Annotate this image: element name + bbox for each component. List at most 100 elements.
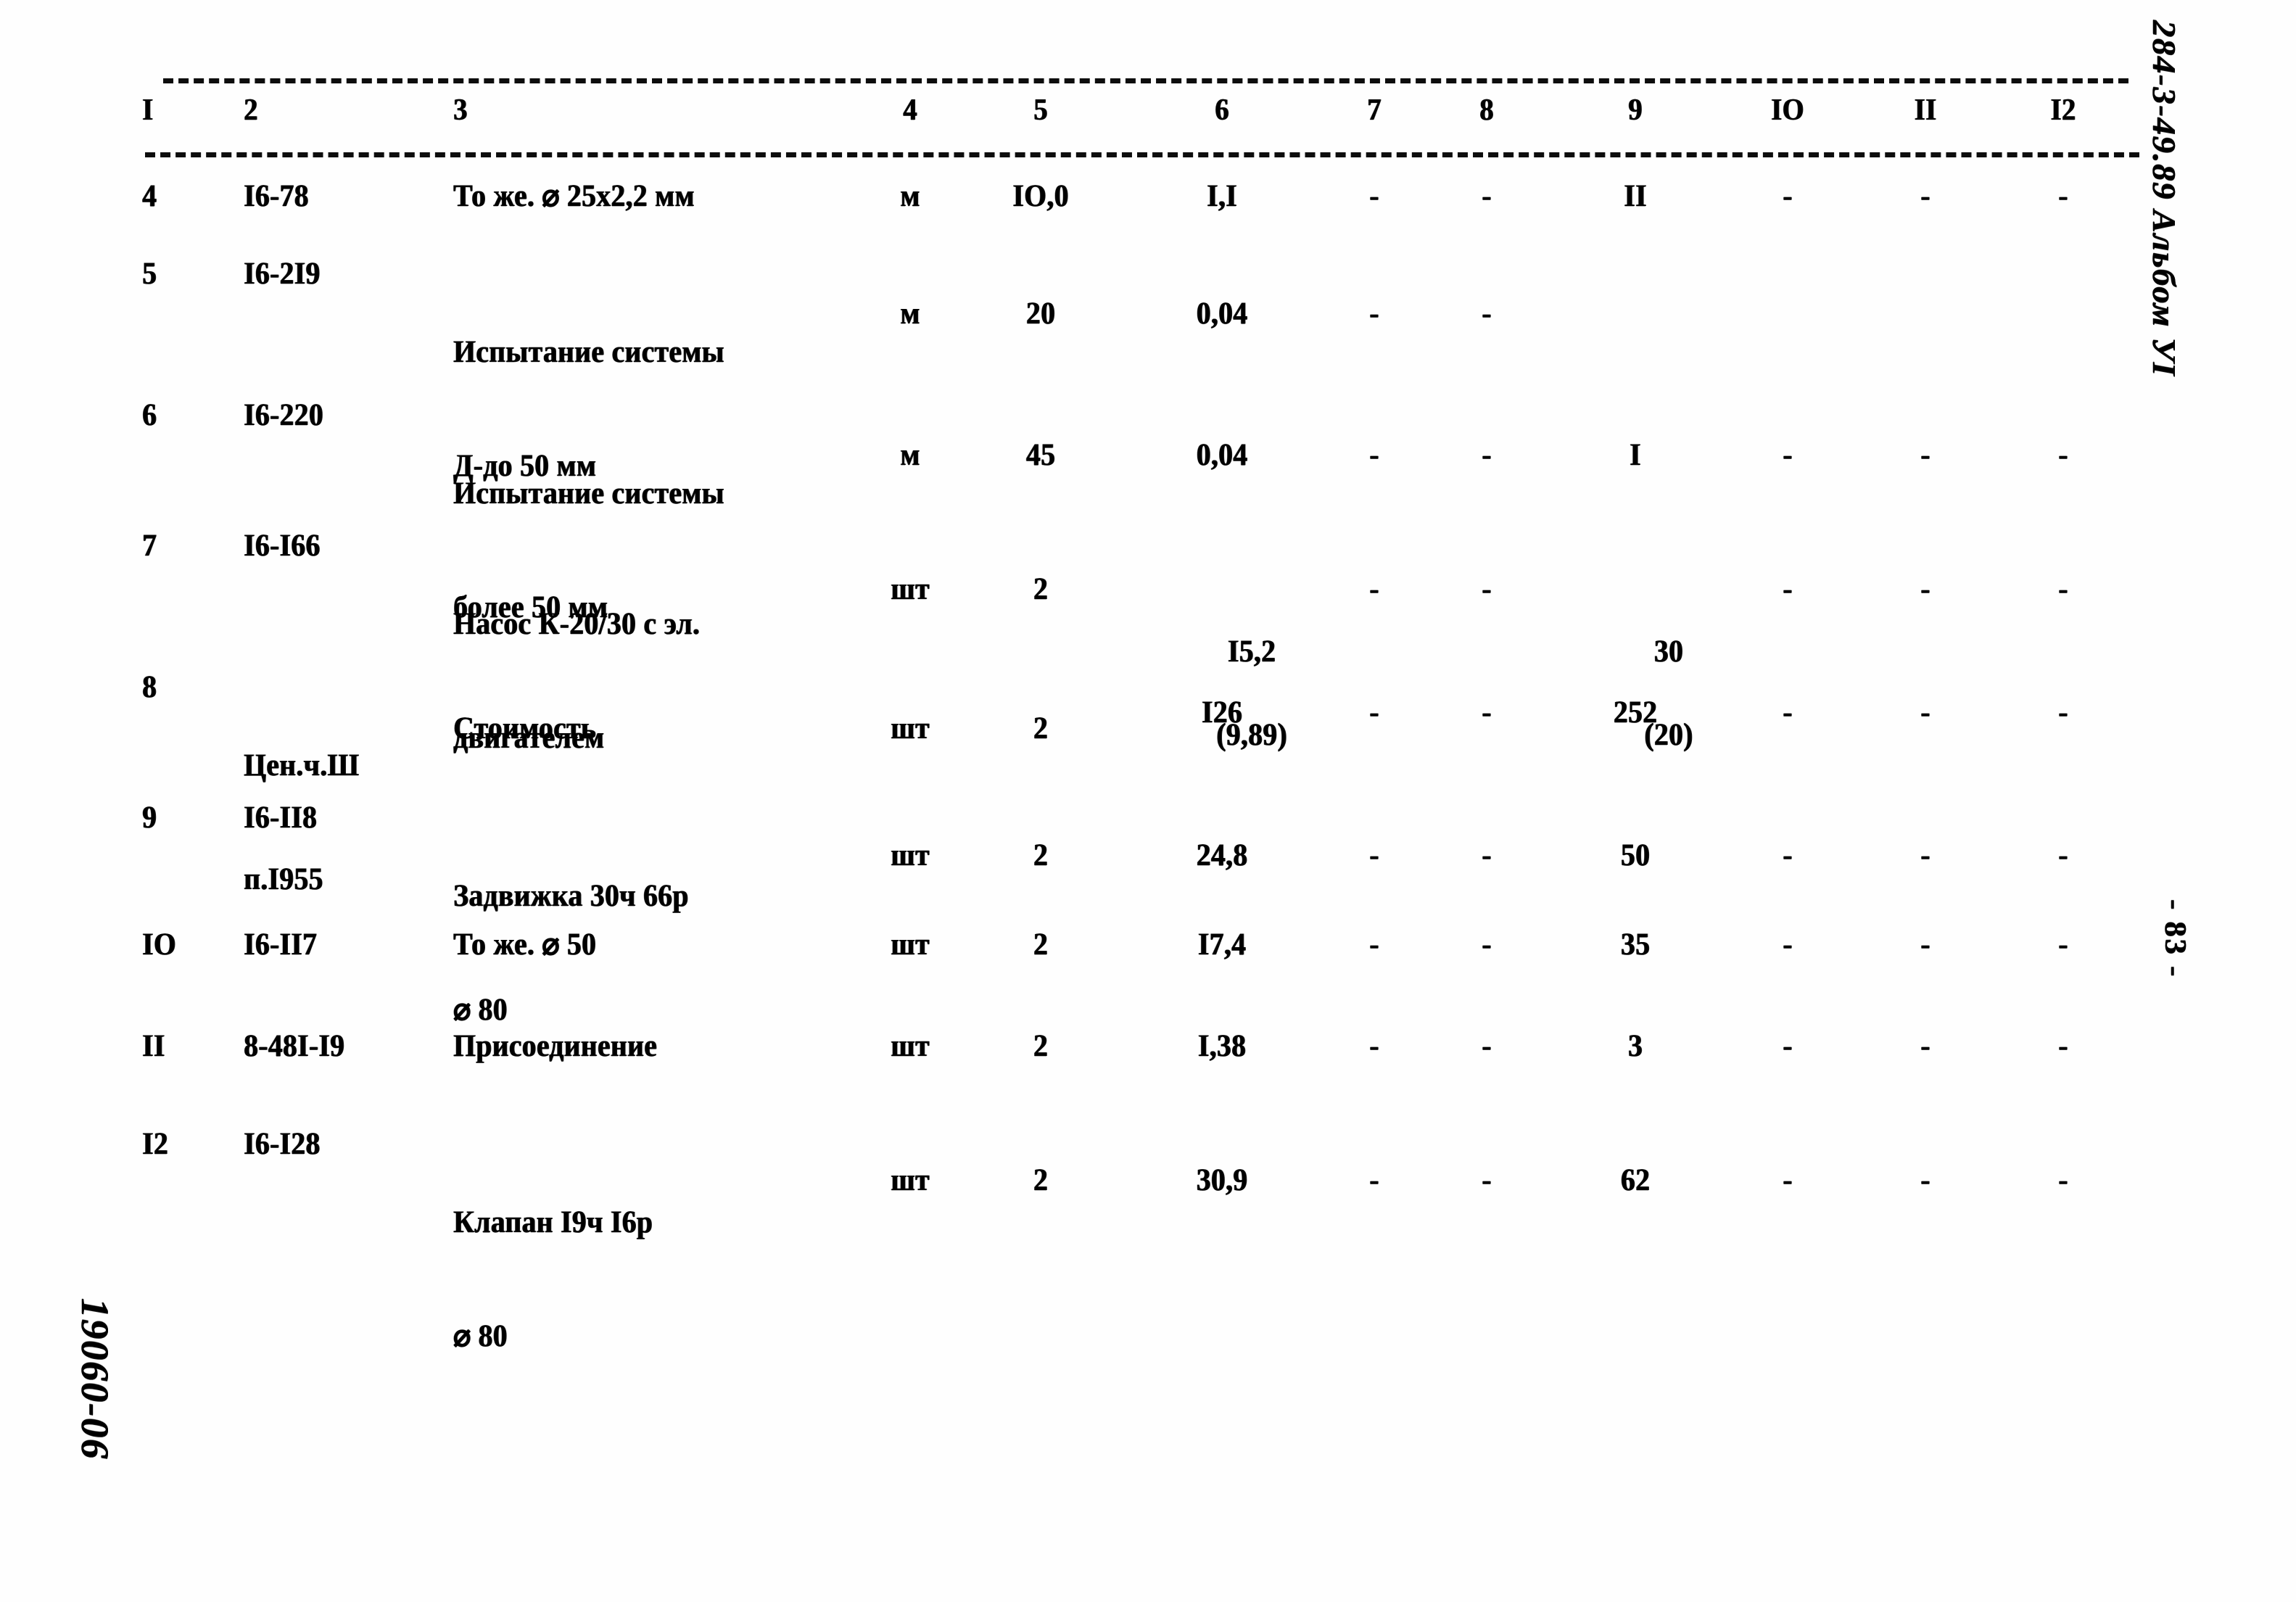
row-value-12: - [2058,928,2068,962]
column-header-3: 3 [453,94,468,127]
row-code: 8-48I-I9 [244,1029,345,1063]
row-code: I6-220 [244,398,323,432]
row-value-11: - [1920,179,1930,213]
row-unit: м [900,179,920,213]
stacked-value: 30 (20) [1632,574,1706,813]
column-header-5: 5 [1033,94,1048,127]
row-description-line1: Насос К-20/30 с эл. [453,606,701,641]
row-value-6: I7,4 [1197,928,1247,962]
row-value-9: I [1630,438,1641,472]
row-number: 5 [142,257,157,291]
row-code: I6-II7 [244,928,318,962]
row-code: I6-II8 [244,801,318,835]
row-quantity: 2 [1033,1163,1049,1197]
row-value-6: 30,9 [1196,1163,1248,1197]
row-value-8: - [1482,179,1492,213]
column-header-10: IO [1771,94,1804,127]
row-description: Стоимость [453,711,596,746]
row-value-10: - [1783,438,1793,472]
row-number: 4 [142,179,157,213]
column-header-8: 8 [1479,94,1494,127]
row-quantity: 20 [1025,297,1056,331]
row-number: IO [142,928,176,962]
row-value-9: 252 [1613,695,1658,730]
row-value-9: 35 [1620,928,1651,962]
row-number: 9 [142,801,157,835]
row-value-9: II [1624,179,1647,213]
row-value-11: - [1920,1163,1930,1197]
page-sheet: I 2 3 4 5 6 7 8 9 IO II I2 4 I6-78 То же… [0,0,2296,1602]
row-value-11: - [1920,928,1930,962]
row-value-12: - [2058,695,2068,730]
row-value-7: - [1369,1029,1379,1063]
row-value-12: - [2058,179,2068,213]
column-header-7: 7 [1367,94,1382,127]
row-unit: шт [891,928,930,962]
row-unit: м [900,438,920,472]
row-description-line1: Испытание системы [453,476,724,511]
row-description-line2: ⌀ 80 [453,993,508,1028]
specification-table: I 2 3 4 5 6 7 8 9 IO II I2 4 I6-78 То же… [0,0,2296,1353]
row-quantity: IO,0 [1012,179,1069,213]
row-value-8: - [1482,572,1492,606]
row-quantity: 2 [1033,572,1049,606]
row-description: Клапан I9ч I6р ⌀ 80 [453,1128,841,1432]
row-value-9: 50 [1620,838,1651,872]
row-value-8: - [1482,838,1492,872]
row-code-line1: Цен.ч.Ш [244,748,360,783]
row-description-line1: Клапан I9ч I6р [453,1205,653,1239]
row-quantity: 2 [1033,1029,1049,1063]
row-code: I6-2I9 [244,257,321,291]
row-value-11: - [1920,838,1930,872]
row-number: II [142,1029,165,1063]
row-value-10: - [1783,572,1793,606]
row-value-9: 62 [1620,1163,1651,1197]
row-value-6: 24,8 [1196,838,1248,872]
row-value-7: - [1369,838,1379,872]
row-value-8: - [1482,928,1492,962]
stacked-value: I5,2 (9,89) [1215,574,1289,813]
row-unit: м [900,297,920,331]
row-value-7: - [1369,438,1379,472]
row-unit: шт [891,572,930,606]
row-value-12: - [2058,572,2068,606]
row-unit: шт [891,711,930,746]
row-number: 6 [142,398,157,432]
row-value-6: I26 [1201,695,1243,730]
row-value-12: - [2058,838,2068,872]
row-quantity: 2 [1033,711,1049,746]
row-unit: шт [891,1163,930,1197]
row-unit: шт [891,838,930,872]
row-value-10: - [1783,1029,1793,1063]
row-description: Присоединение [453,1029,658,1063]
row-number: 8 [142,670,157,704]
row-code-line2: п.I955 [244,862,323,897]
row-value-6: I5,2 (9,89) [1145,540,1299,847]
row-value-10: - [1783,1163,1793,1197]
row-value-8: - [1482,695,1492,730]
row-value-7: - [1369,297,1379,331]
column-header-12: I2 [2050,94,2076,127]
row-value-10: - [1783,928,1793,962]
column-header-1: I [142,94,154,127]
column-header-2: 2 [244,94,258,127]
document-reference-code: 284-3-49.89 Альбом УI [2146,20,2183,377]
row-value-11: - [1920,572,1930,606]
row-value-6: I,I [1207,179,1237,213]
row-value-6: 0,04 [1196,297,1248,331]
row-value-12: - [2058,1163,2068,1197]
row-quantity: 2 [1033,928,1049,962]
column-header-9: 9 [1628,94,1643,127]
row-value-11: - [1920,695,1930,730]
row-value-9: 3 [1627,1029,1643,1063]
row-value-9-main: 30 [1653,634,1684,669]
row-number: 7 [142,529,157,563]
row-value-6: 0,04 [1196,438,1248,472]
row-quantity: 45 [1025,438,1056,472]
row-value-7: - [1369,928,1379,962]
row-code: I6-78 [244,179,309,213]
row-code: I6-I66 [244,529,321,563]
row-number: I2 [142,1127,168,1161]
row-description-line1: Задвижка 30ч 66р [453,878,689,913]
row-quantity: 2 [1033,838,1049,872]
